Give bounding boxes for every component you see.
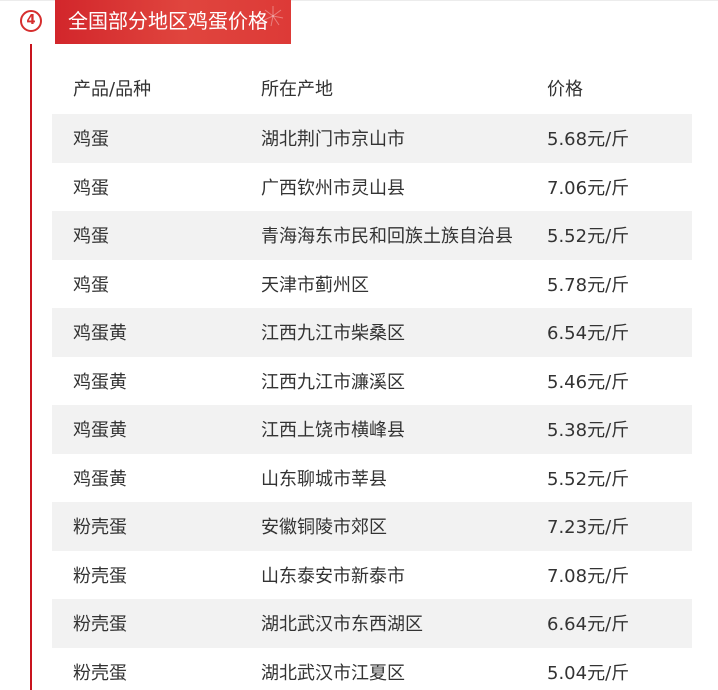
table-row: 鸡蛋黄 江西九江市柴桑区 6.54元/斤: [52, 308, 692, 357]
cell-price: 5.68元/斤: [547, 129, 630, 151]
cell-product: 粉壳蛋: [73, 662, 127, 684]
cell-price: 7.23元/斤: [547, 517, 630, 539]
cell-price: 5.46元/斤: [547, 371, 630, 393]
table-row: 粉壳蛋 湖北武汉市东西湖区 6.64元/斤: [52, 599, 692, 648]
table-row: 粉壳蛋 湖北武汉市江夏区 5.04元/斤: [52, 648, 692, 690]
cell-product: 鸡蛋: [73, 177, 109, 199]
cell-price: 7.08元/斤: [547, 565, 630, 587]
cell-origin: 湖北荆门市京山市: [261, 129, 405, 151]
cell-origin: 山东聊城市莘县: [261, 468, 387, 490]
cell-product: 鸡蛋: [73, 226, 109, 248]
table-body: 鸡蛋 湖北荆门市京山市 5.68元/斤 鸡蛋 广西钦州市灵山县 7.06元/斤 鸡蛋 青海海东…: [52, 114, 692, 690]
firework-decoration-icon: [263, 6, 284, 27]
section-title: 全国部分地区鸡蛋价格: [68, 9, 268, 33]
price-table: 产品/品种 所在产地 价格 鸡蛋 湖北荆门市京山市 5.68元/斤 鸡蛋 广西钦州市灵山…: [52, 62, 692, 690]
section-timeline-line: [30, 44, 32, 690]
cell-price: 7.06元/斤: [547, 177, 630, 199]
cell-product: 粉壳蛋: [73, 517, 127, 539]
cell-product: 鸡蛋黄: [73, 420, 127, 442]
cell-origin: 天津市蓟州区: [261, 274, 369, 296]
table-row: 粉壳蛋 安徽铜陵市郊区 7.23元/斤: [52, 502, 692, 551]
cell-origin: 江西上饶市横峰县: [261, 420, 405, 442]
table-row: 鸡蛋 青海海东市民和回族土族自治县 5.52元/斤: [52, 211, 692, 260]
table-row: 鸡蛋 广西钦州市灵山县 7.06元/斤: [52, 163, 692, 212]
cell-price: 5.52元/斤: [547, 468, 630, 490]
cell-product: 鸡蛋: [73, 129, 109, 151]
cell-origin: 江西九江市柴桑区: [261, 323, 405, 345]
table-row: 鸡蛋 湖北荆门市京山市 5.68元/斤: [52, 114, 692, 163]
cell-origin: 江西九江市濂溪区: [261, 371, 405, 393]
page: 4 全国部分地区鸡蛋价格 产品/品种 所在产地 价格 鸡蛋 湖北荆门市京山市 5.6…: [0, 0, 718, 690]
cell-product: 鸡蛋黄: [73, 323, 127, 345]
cell-price: 5.04元/斤: [547, 662, 630, 684]
header-price: 价格: [547, 79, 583, 100]
cell-origin: 安徽铜陵市郊区: [261, 517, 387, 539]
cell-product: 鸡蛋黄: [73, 468, 127, 490]
cell-origin: 青海海东市民和回族土族自治县: [261, 226, 513, 248]
cell-product: 鸡蛋: [73, 274, 109, 296]
table-row: 鸡蛋黄 山东聊城市莘县 5.52元/斤: [52, 454, 692, 503]
section-title-banner: 全国部分地区鸡蛋价格: [55, 0, 291, 44]
cell-product: 鸡蛋黄: [73, 371, 127, 393]
cell-origin: 广西钦州市灵山县: [261, 177, 405, 199]
cell-price: 6.54元/斤: [547, 323, 630, 345]
cell-price: 6.64元/斤: [547, 614, 630, 636]
cell-origin: 山东泰安市新泰市: [261, 565, 405, 587]
cell-origin: 湖北武汉市江夏区: [261, 662, 405, 684]
header-origin: 所在产地: [261, 79, 333, 100]
cell-price: 5.78元/斤: [547, 274, 630, 296]
table-header-row: 产品/品种 所在产地 价格: [52, 62, 692, 114]
step-number-badge: 4: [20, 10, 42, 32]
table-row: 鸡蛋黄 江西上饶市横峰县 5.38元/斤: [52, 405, 692, 454]
cell-price: 5.38元/斤: [547, 420, 630, 442]
table-row: 鸡蛋黄 江西九江市濂溪区 5.46元/斤: [52, 357, 692, 406]
cell-price: 5.52元/斤: [547, 226, 630, 248]
table-row: 鸡蛋 天津市蓟州区 5.78元/斤: [52, 260, 692, 309]
cell-product: 粉壳蛋: [73, 614, 127, 636]
cell-product: 粉壳蛋: [73, 565, 127, 587]
table-row: 粉壳蛋 山东泰安市新泰市 7.08元/斤: [52, 551, 692, 600]
cell-origin: 湖北武汉市东西湖区: [261, 614, 423, 636]
header-product: 产品/品种: [73, 79, 152, 100]
